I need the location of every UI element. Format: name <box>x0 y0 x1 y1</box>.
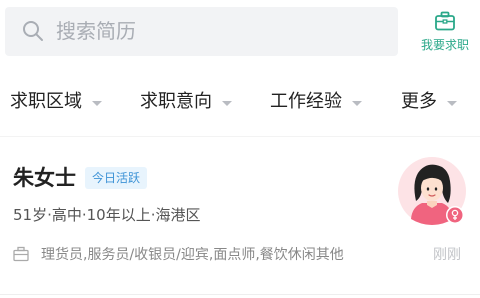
female-icon <box>446 206 464 224</box>
filter-label: 求职区域 <box>10 91 82 112</box>
caret-down-icon <box>447 100 457 106</box>
active-badge: 今日活跃 <box>85 167 148 189</box>
job-intent-icon <box>13 246 29 262</box>
briefcase-icon <box>435 11 455 31</box>
filter-region[interactable]: 求职区域 <box>10 88 102 116</box>
caret-down-icon <box>92 100 102 106</box>
filter-intention[interactable]: 求职意向 <box>140 88 232 116</box>
filter-bar: 求职区域 求职意向 工作经验 更多 <box>0 77 480 129</box>
job-seek-label: 我要求职 <box>420 38 469 52</box>
filter-more[interactable]: 更多 <box>401 88 457 116</box>
search-placeholder: 搜索简历 <box>56 19 136 43</box>
filter-label: 更多 <box>401 91 437 112</box>
filter-label: 工作经验 <box>270 91 342 112</box>
avatar <box>398 157 466 225</box>
search-icon <box>23 21 43 41</box>
caret-down-icon <box>222 100 232 106</box>
filter-label: 求职意向 <box>140 91 212 112</box>
divider <box>0 294 480 295</box>
search-bar[interactable]: 搜索简历 <box>5 7 398 56</box>
caret-down-icon <box>352 100 362 106</box>
active-time: 刚刚 <box>433 247 461 263</box>
divider <box>0 136 480 137</box>
candidate-name: 朱女士 <box>13 166 76 190</box>
candidate-meta: 51岁·高中·10年以上·海港区 <box>13 206 201 224</box>
filter-experience[interactable]: 工作经验 <box>270 88 362 116</box>
job-intent-text: 理货员,服务员/收银员/迎宾,面点师,餐饮休闲其他 <box>41 247 344 263</box>
job-seek-button[interactable]: 我要求职 <box>410 7 480 57</box>
